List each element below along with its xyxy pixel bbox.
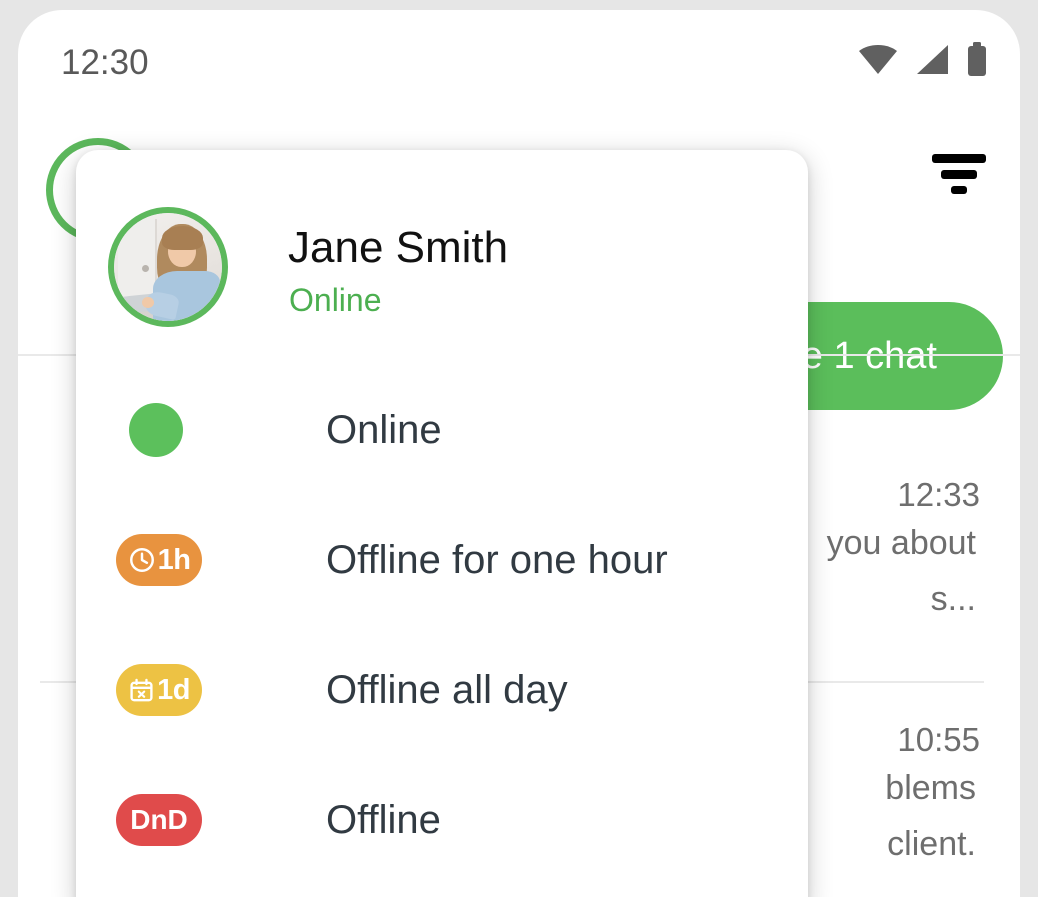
dnd-badge: DnD — [116, 794, 202, 846]
create-chat-button-label: e 1 chat — [801, 334, 937, 377]
phone-frame: 12:30 e 1 chat 12:33 you about s... 10:5… — [18, 10, 1020, 897]
online-dot-icon — [129, 403, 183, 457]
calendar-x-icon — [130, 678, 153, 701]
status-option-label: Offline for one hour — [326, 537, 668, 582]
avatar[interactable] — [108, 207, 228, 327]
status-option-offline-all-day[interactable]: 1d Offline all day — [76, 625, 808, 755]
status-option-offline-one-hour[interactable]: 1h Offline for one hour — [76, 495, 808, 625]
one-day-badge: 1d — [116, 664, 202, 716]
status-option-label: Offline — [326, 797, 441, 842]
profile-name: Jane Smith — [288, 223, 509, 272]
chat-preview-line-2: client. — [887, 825, 976, 863]
chat-timestamp: 12:33 — [897, 476, 980, 513]
status-option-offline[interactable]: DnD Offline — [76, 755, 808, 885]
status-option-label: Offline all day — [326, 667, 568, 712]
chat-timestamp: 10:55 — [897, 721, 980, 758]
status-bar: 12:30 — [18, 10, 1020, 106]
battery-icon — [968, 42, 986, 76]
wifi-icon — [859, 44, 897, 74]
dnd-badge-text: DnD — [130, 804, 188, 835]
one-hour-badge-text: 1h — [157, 543, 191, 576]
one-hour-badge: 1h — [116, 534, 202, 586]
dialog-profile-header: Jane Smith Online — [76, 150, 808, 340]
chat-preview-line-2: s... — [930, 580, 976, 618]
clock-icon — [129, 548, 154, 572]
filter-bar-middle — [941, 170, 977, 179]
one-day-badge-text: 1d — [157, 673, 190, 706]
status-option-label: Online — [326, 407, 442, 452]
status-bar-icons — [858, 42, 988, 76]
chat-preview-line-1: blems — [885, 769, 976, 807]
filter-icon[interactable] — [930, 151, 988, 197]
cellular-signal-icon — [917, 44, 948, 74]
chat-preview-line-1: you about — [826, 524, 976, 562]
status-bar-clock: 12:30 — [61, 43, 149, 82]
status-selection-dialog: Jane Smith Online Online 1h Offline for … — [76, 150, 808, 897]
avatar-photo — [114, 213, 222, 321]
filter-bar-top — [932, 154, 986, 163]
status-option-online[interactable]: Online — [76, 365, 808, 495]
screen-root: 12:30 e 1 chat 12:33 you about s... 10:5… — [0, 0, 1038, 897]
filter-bar-bottom — [951, 186, 967, 194]
profile-status-label: Online — [289, 282, 382, 318]
